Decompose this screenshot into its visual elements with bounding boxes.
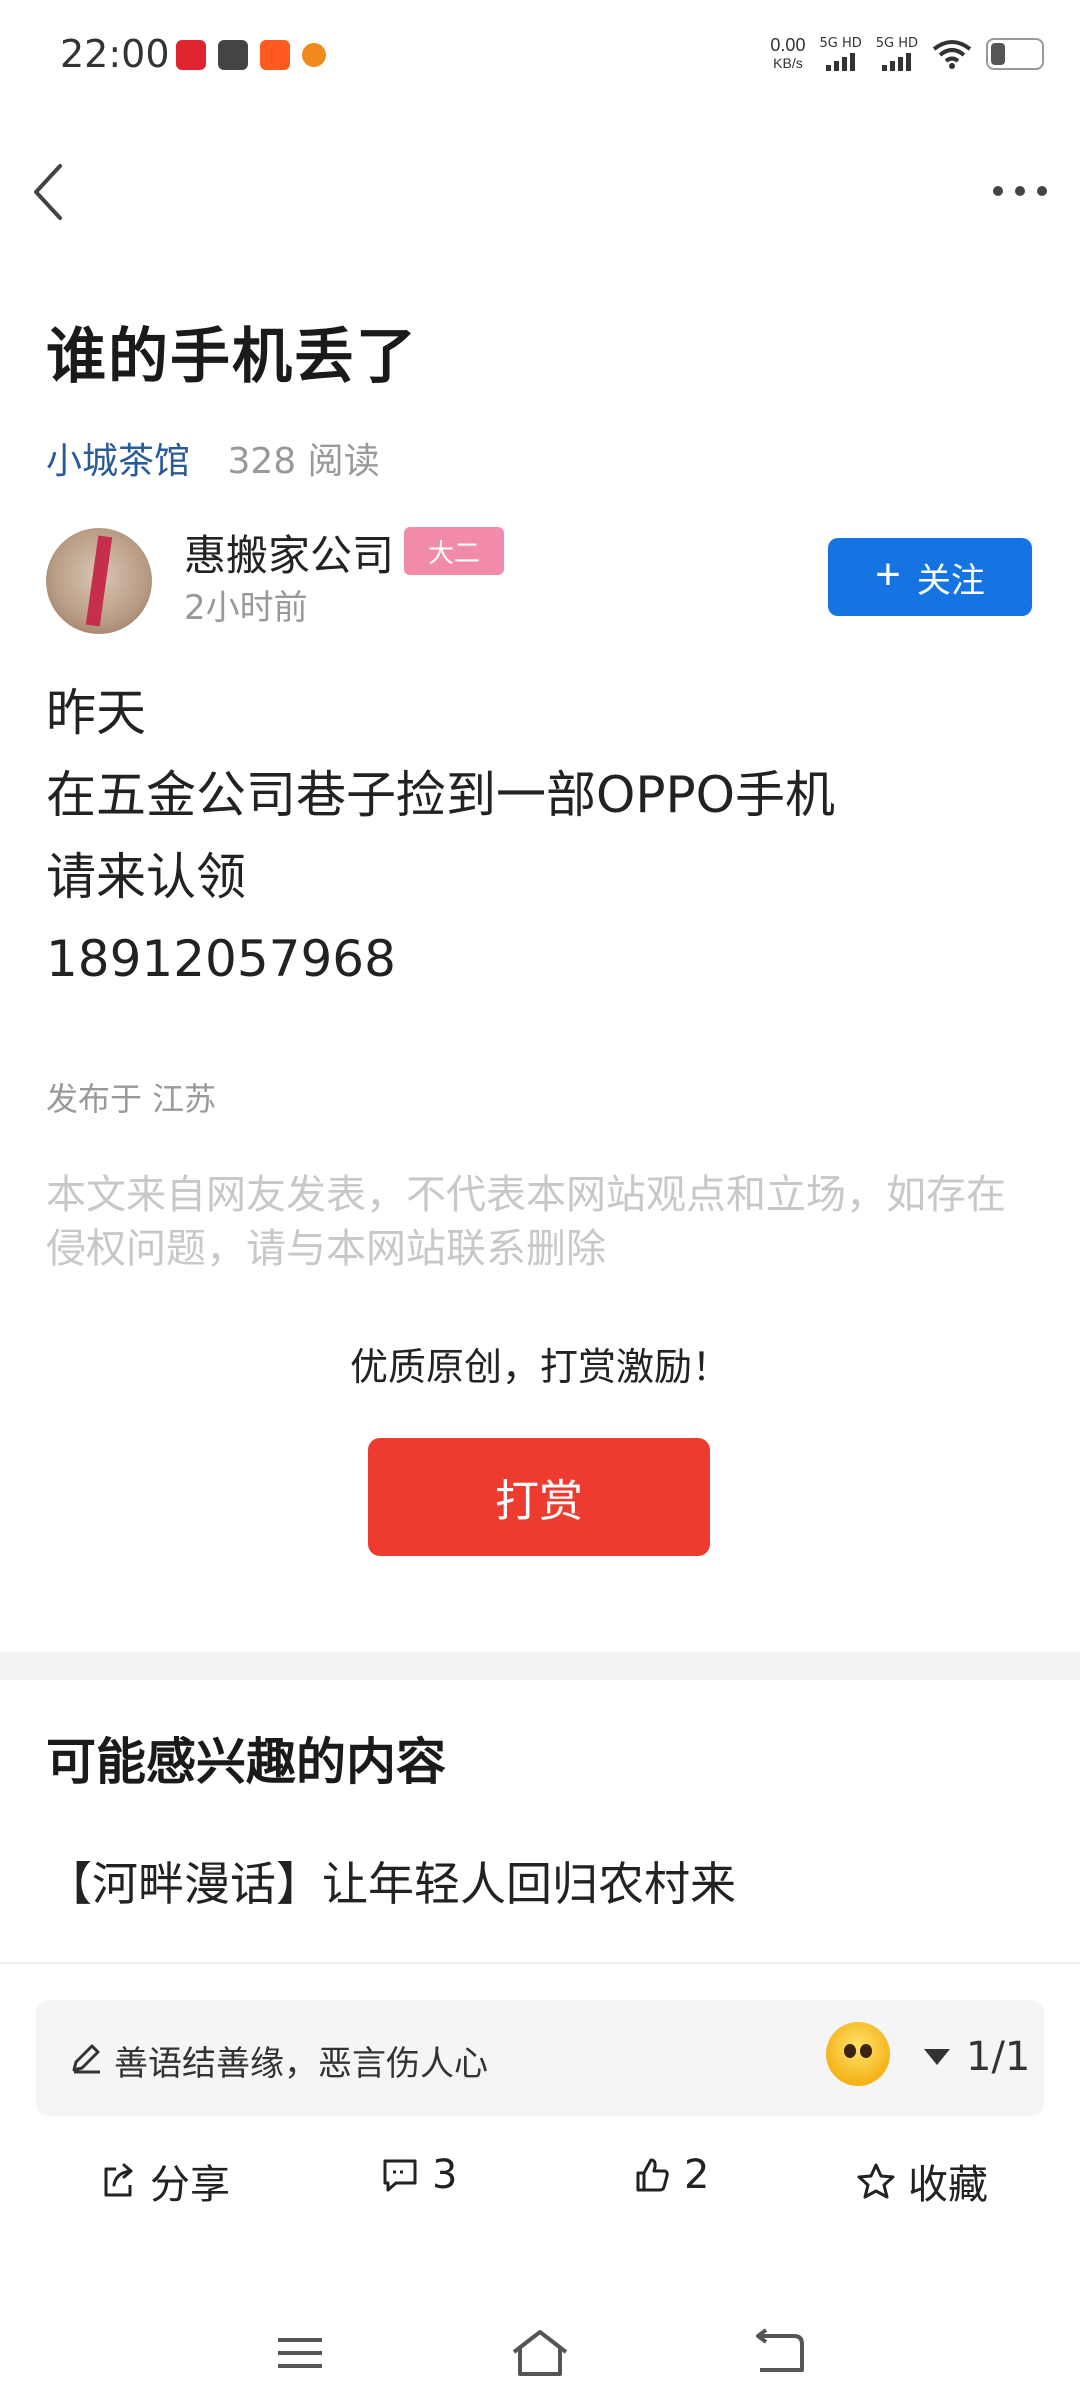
star-notification-icon [218,40,248,70]
collect-button[interactable]: 收藏 [856,2152,988,2210]
follow-label: 关注 [916,561,985,600]
comment-placeholder: 善语结善缘，恶言伤人心 [114,2044,488,2084]
article-title: 谁的手机丢了 [46,322,418,392]
comment-icon [383,2159,417,2192]
body-line: 18912057968 [46,930,396,988]
section-divider [0,1652,1080,1680]
signal-bars-icon [882,53,912,71]
medal-notification-icon [302,43,326,67]
page-indicator-text: 1/1 [966,2034,1031,2080]
collect-label: 收藏 [908,2162,988,2208]
forum-link[interactable]: 小城茶馆 [46,441,190,482]
back-icon[interactable] [26,160,76,224]
wifi-icon [932,40,972,69]
like-icon [636,2158,669,2192]
taobao-notification-icon [260,40,290,70]
comment-input-bar[interactable]: 善语结善缘，恶言伤人心 1/1 [36,2000,1044,2116]
dropdown-triangle-icon [924,2049,950,2065]
net-speed-unit: KB/s [773,55,803,71]
emoji-icon[interactable] [826,2022,890,2086]
page-selector[interactable]: 1/1 [924,2034,1030,2080]
comment-count: 3 [432,2152,458,2198]
signal-2-label: 5G HD [875,36,918,51]
signal-2: 5G HD [876,37,918,71]
author-avatar[interactable] [46,528,152,634]
status-time: 22:00 [60,32,170,76]
share-icon [104,2163,133,2197]
pen-icon [72,2044,100,2074]
post-location: 发布于 江苏 [46,1080,217,1118]
body-line: 昨天 [46,684,146,742]
signal-1: 5G HD [819,36,862,71]
author-name[interactable]: 惠搬家公司 [184,522,394,583]
signal-bars-icon [826,53,856,71]
article-body: 昨天 在五金公司巷子捡到一部OPPO手机 请来认领 18912057968 [46,672,835,1000]
like-button[interactable]: 2 [632,2152,709,2198]
recommend-item[interactable]: 【河畔漫话】让年轻人回归农村来 [46,1848,736,1914]
body-line: 在五金公司巷子捡到一部OPPO手机 [46,766,836,824]
home-icon[interactable] [510,2328,570,2378]
menu-icon[interactable] [270,2328,330,2378]
share-button[interactable]: 分享 [98,2152,230,2210]
reward-button[interactable]: 打赏 [368,1438,710,1556]
follow-button[interactable]: + 关注 [828,538,1032,616]
reward-hint: 优质原创，打赏激励！ [349,1345,730,1389]
plus-icon: + [875,550,901,599]
read-count: 328 阅读 [227,441,380,482]
signal-1-label: 5G HD [819,36,862,51]
comment-button[interactable]: 3 [380,2152,457,2198]
status-indicators: 0.00 KB/s 5G HD 5G HD [770,36,1044,72]
author-level-badge: 大二 [404,527,504,575]
disclaimer: 本文来自网友发表，不代表本网站观点和立场，如存在侵权问题，请与本网站联系删除 [46,1172,1006,1272]
share-label: 分享 [150,2162,230,2208]
net-speed-value: 0.00 [770,35,806,55]
divider [0,1962,1080,1964]
return-icon[interactable] [750,2328,810,2378]
post-time: 2小时前 [184,588,308,628]
notification-icons [176,40,326,70]
like-count: 2 [684,2152,710,2198]
app-notification-icon [176,40,206,70]
recommend-section-title: 可能感兴趣的内容 [46,1733,446,1791]
article-meta: 小城茶馆 328 阅读 [46,432,380,484]
body-line: 请来认领 [46,848,246,906]
more-icon[interactable] [990,180,1050,202]
battery-icon [986,38,1044,70]
star-icon [857,2163,895,2199]
net-speed: 0.00 KB/s [770,36,805,72]
